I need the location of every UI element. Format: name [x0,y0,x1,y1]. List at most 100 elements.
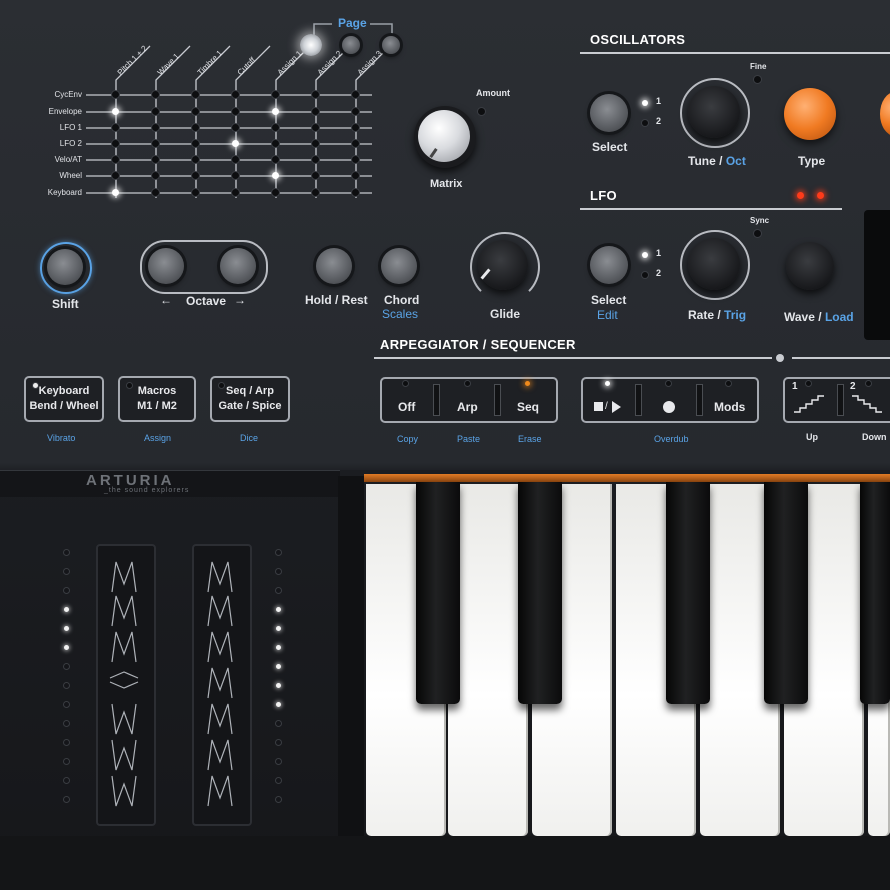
matrix-cell-led[interactable] [152,124,159,131]
matrix-cell-led[interactable] [152,108,159,115]
matrix-cell-led[interactable] [272,156,279,163]
fine-led [754,76,761,83]
up-pattern-icon[interactable] [794,394,832,414]
matrix-cell-led[interactable] [232,172,239,179]
matrix-cell-led[interactable] [112,108,119,115]
matrix-cell-led[interactable] [312,172,319,179]
macros-button[interactable]: Macros M1 / M2 [118,376,196,422]
hold-button[interactable] [316,248,352,284]
wave-label: Wave [784,310,815,324]
shift-button[interactable] [47,249,83,285]
matrix-cell-led[interactable] [112,172,119,179]
octave-up-button[interactable] [220,248,256,284]
transport-divider-1 [635,384,642,416]
osc-select-button[interactable] [590,94,628,132]
matrix-cell-led[interactable] [352,140,359,147]
matrix-cell-led[interactable] [152,140,159,147]
matrix-cell-led[interactable] [192,172,199,179]
matrix-cell-led[interactable] [352,189,359,196]
matrix-cell-led[interactable] [272,91,279,98]
off-led [403,381,408,386]
matrix-cell-led[interactable] [112,91,119,98]
record-icon[interactable] [663,401,675,413]
matrix-cell-led[interactable] [272,108,279,115]
tune-knob[interactable] [688,86,740,138]
mods-button[interactable]: Mods [714,400,745,414]
matrix-cell-led[interactable] [152,91,159,98]
white-key[interactable] [448,484,528,836]
glide-knob[interactable] [478,240,528,290]
transport-divider-2 [696,384,703,416]
matrix-cell-led[interactable] [352,172,359,179]
matrix-cell-led[interactable] [352,124,359,131]
rate-knob[interactable] [688,238,740,290]
matrix-cell-led[interactable] [112,189,119,196]
matrix-cell-led[interactable] [192,124,199,131]
matrix-cell-led[interactable] [232,108,239,115]
off-button[interactable]: Off [398,400,415,414]
erase-label: Erase [518,434,542,444]
black-key[interactable] [666,482,710,704]
matrix-cell-led[interactable] [192,140,199,147]
stop-play-icon[interactable]: / [594,401,624,413]
matrix-cell-led[interactable] [192,108,199,115]
matrix-cell-led[interactable] [232,124,239,131]
matrix-cell-led[interactable] [272,140,279,147]
matrix-cell-led[interactable] [312,124,319,131]
matrix-cell-led[interactable] [352,108,359,115]
matrix-cell-led[interactable] [112,140,119,147]
paste-label: Paste [457,434,481,444]
type-knob-2[interactable] [880,92,890,136]
wave-knob[interactable] [786,242,834,290]
bottom-edge [0,836,890,890]
type-knob[interactable] [784,88,836,140]
matrix-cell-led[interactable] [192,91,199,98]
matrix-cell-led[interactable] [312,156,319,163]
arp-button[interactable]: Arp [457,400,478,414]
down-pattern-icon[interactable] [852,394,890,414]
matrix-cell-led[interactable] [192,156,199,163]
octave-down-button[interactable] [148,248,184,284]
black-key[interactable] [416,482,460,704]
page-2-button[interactable] [342,36,360,54]
matrix-cell-led[interactable] [152,172,159,179]
matrix-cell-led[interactable] [352,91,359,98]
matrix-cell-led[interactable] [152,189,159,196]
strip-dot [64,569,69,574]
lfo-title: LFO [590,188,617,203]
matrix-cell-led[interactable] [232,189,239,196]
black-key[interactable] [518,482,562,704]
black-key[interactable] [860,482,890,704]
matrix-cell-led[interactable] [232,156,239,163]
lfo-rule [580,208,842,210]
matrix-cell-led[interactable] [312,189,319,196]
matrix-cell-led[interactable] [232,91,239,98]
chord-button[interactable] [381,248,417,284]
matrix-row-label: Wheel [59,171,82,180]
matrix-cell-led[interactable] [152,156,159,163]
keyboard-felt [364,474,890,482]
matrix-cell-led[interactable] [272,189,279,196]
matrix-cell-led[interactable] [112,124,119,131]
page-3-button[interactable] [382,36,400,54]
matrix-cell-led[interactable] [352,156,359,163]
keyboard-bend-button[interactable]: Keyboard Bend / Wheel [24,376,104,422]
matrix-cell-led[interactable] [312,91,319,98]
seq-button[interactable]: Seq [517,400,539,414]
matrix-cell-led[interactable] [272,124,279,131]
matrix-cell-led[interactable] [192,189,199,196]
matrix-cell-led[interactable] [312,140,319,147]
page-1-button[interactable] [300,34,322,56]
matrix-cell-led[interactable] [272,172,279,179]
lfo-select-button[interactable] [590,246,628,284]
strip-dot [64,759,69,764]
lfo-red-led-1 [797,192,804,199]
matrix-cell-led[interactable] [232,140,239,147]
matrix-knob[interactable] [418,110,470,162]
seq-arp-button[interactable]: Seq / Arp Gate / Spice [210,376,290,422]
matrix-cell-led[interactable] [312,108,319,115]
strip-dot [64,645,69,650]
matrix-cell-led[interactable] [112,156,119,163]
strip-dot [64,778,69,783]
black-key[interactable] [764,482,808,704]
